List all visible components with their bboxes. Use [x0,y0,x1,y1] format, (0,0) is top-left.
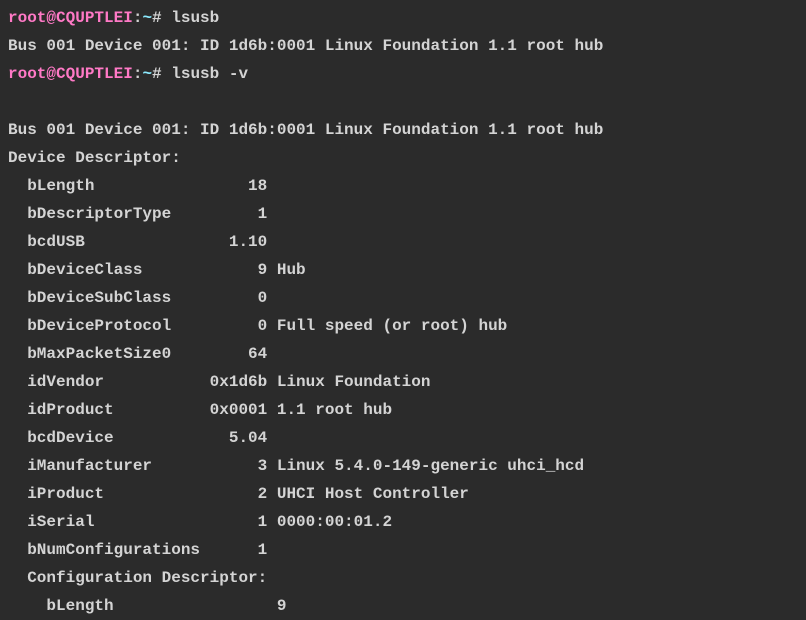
descriptor-idProduct: idProduct 0x0001 1.1 root hub [8,396,798,424]
descriptor-bLength: bLength 18 [8,172,798,200]
prompt-at: @ [46,65,56,83]
config-descriptor-label: Configuration Descriptor: [8,564,798,592]
descriptor-bcdUSB: bcdUSB 1.10 [8,228,798,256]
prompt-path: ~ [142,65,152,83]
prompt-path: ~ [142,9,152,27]
descriptor-iSerial: iSerial 1 0000:00:01.2 [8,508,798,536]
device-descriptor-label: Device Descriptor: [8,144,798,172]
blank-line [8,88,798,116]
prompt-colon: : [133,65,143,83]
descriptor-iProduct: iProduct 2 UHCI Host Controller [8,480,798,508]
descriptor-bMaxPacketSize0: bMaxPacketSize0 64 [8,340,798,368]
descriptor-bDeviceSubClass: bDeviceSubClass 0 [8,284,798,312]
descriptor-idVendor: idVendor 0x1d6b Linux Foundation [8,368,798,396]
prompt-hash: # [152,9,171,27]
output-line-1: Bus 001 Device 001: ID 1d6b:0001 Linux F… [8,32,798,60]
output-header: Bus 001 Device 001: ID 1d6b:0001 Linux F… [8,116,798,144]
command-text: lsusb [171,9,219,27]
descriptor-bcdDevice: bcdDevice 5.04 [8,424,798,452]
prompt-user: root [8,9,46,27]
descriptor-bDeviceClass: bDeviceClass 9 Hub [8,256,798,284]
terminal-line-prompt1: root@CQUPTLEI:~# lsusb [8,4,798,32]
partial-line: bLength 9 [8,592,798,620]
prompt-user: root [8,65,46,83]
descriptor-bNumConfigurations: bNumConfigurations 1 [8,536,798,564]
prompt-host: CQUPTLEI [56,9,133,27]
descriptor-iManufacturer: iManufacturer 3 Linux 5.4.0-149-generic … [8,452,798,480]
command-text: lsusb -v [171,65,248,83]
prompt-colon: : [133,9,143,27]
prompt-host: CQUPTLEI [56,65,133,83]
prompt-at: @ [46,9,56,27]
terminal-line-prompt2: root@CQUPTLEI:~# lsusb -v [8,60,798,88]
prompt-hash: # [152,65,171,83]
descriptor-bDescriptorType: bDescriptorType 1 [8,200,798,228]
descriptor-bDeviceProtocol: bDeviceProtocol 0 Full speed (or root) h… [8,312,798,340]
